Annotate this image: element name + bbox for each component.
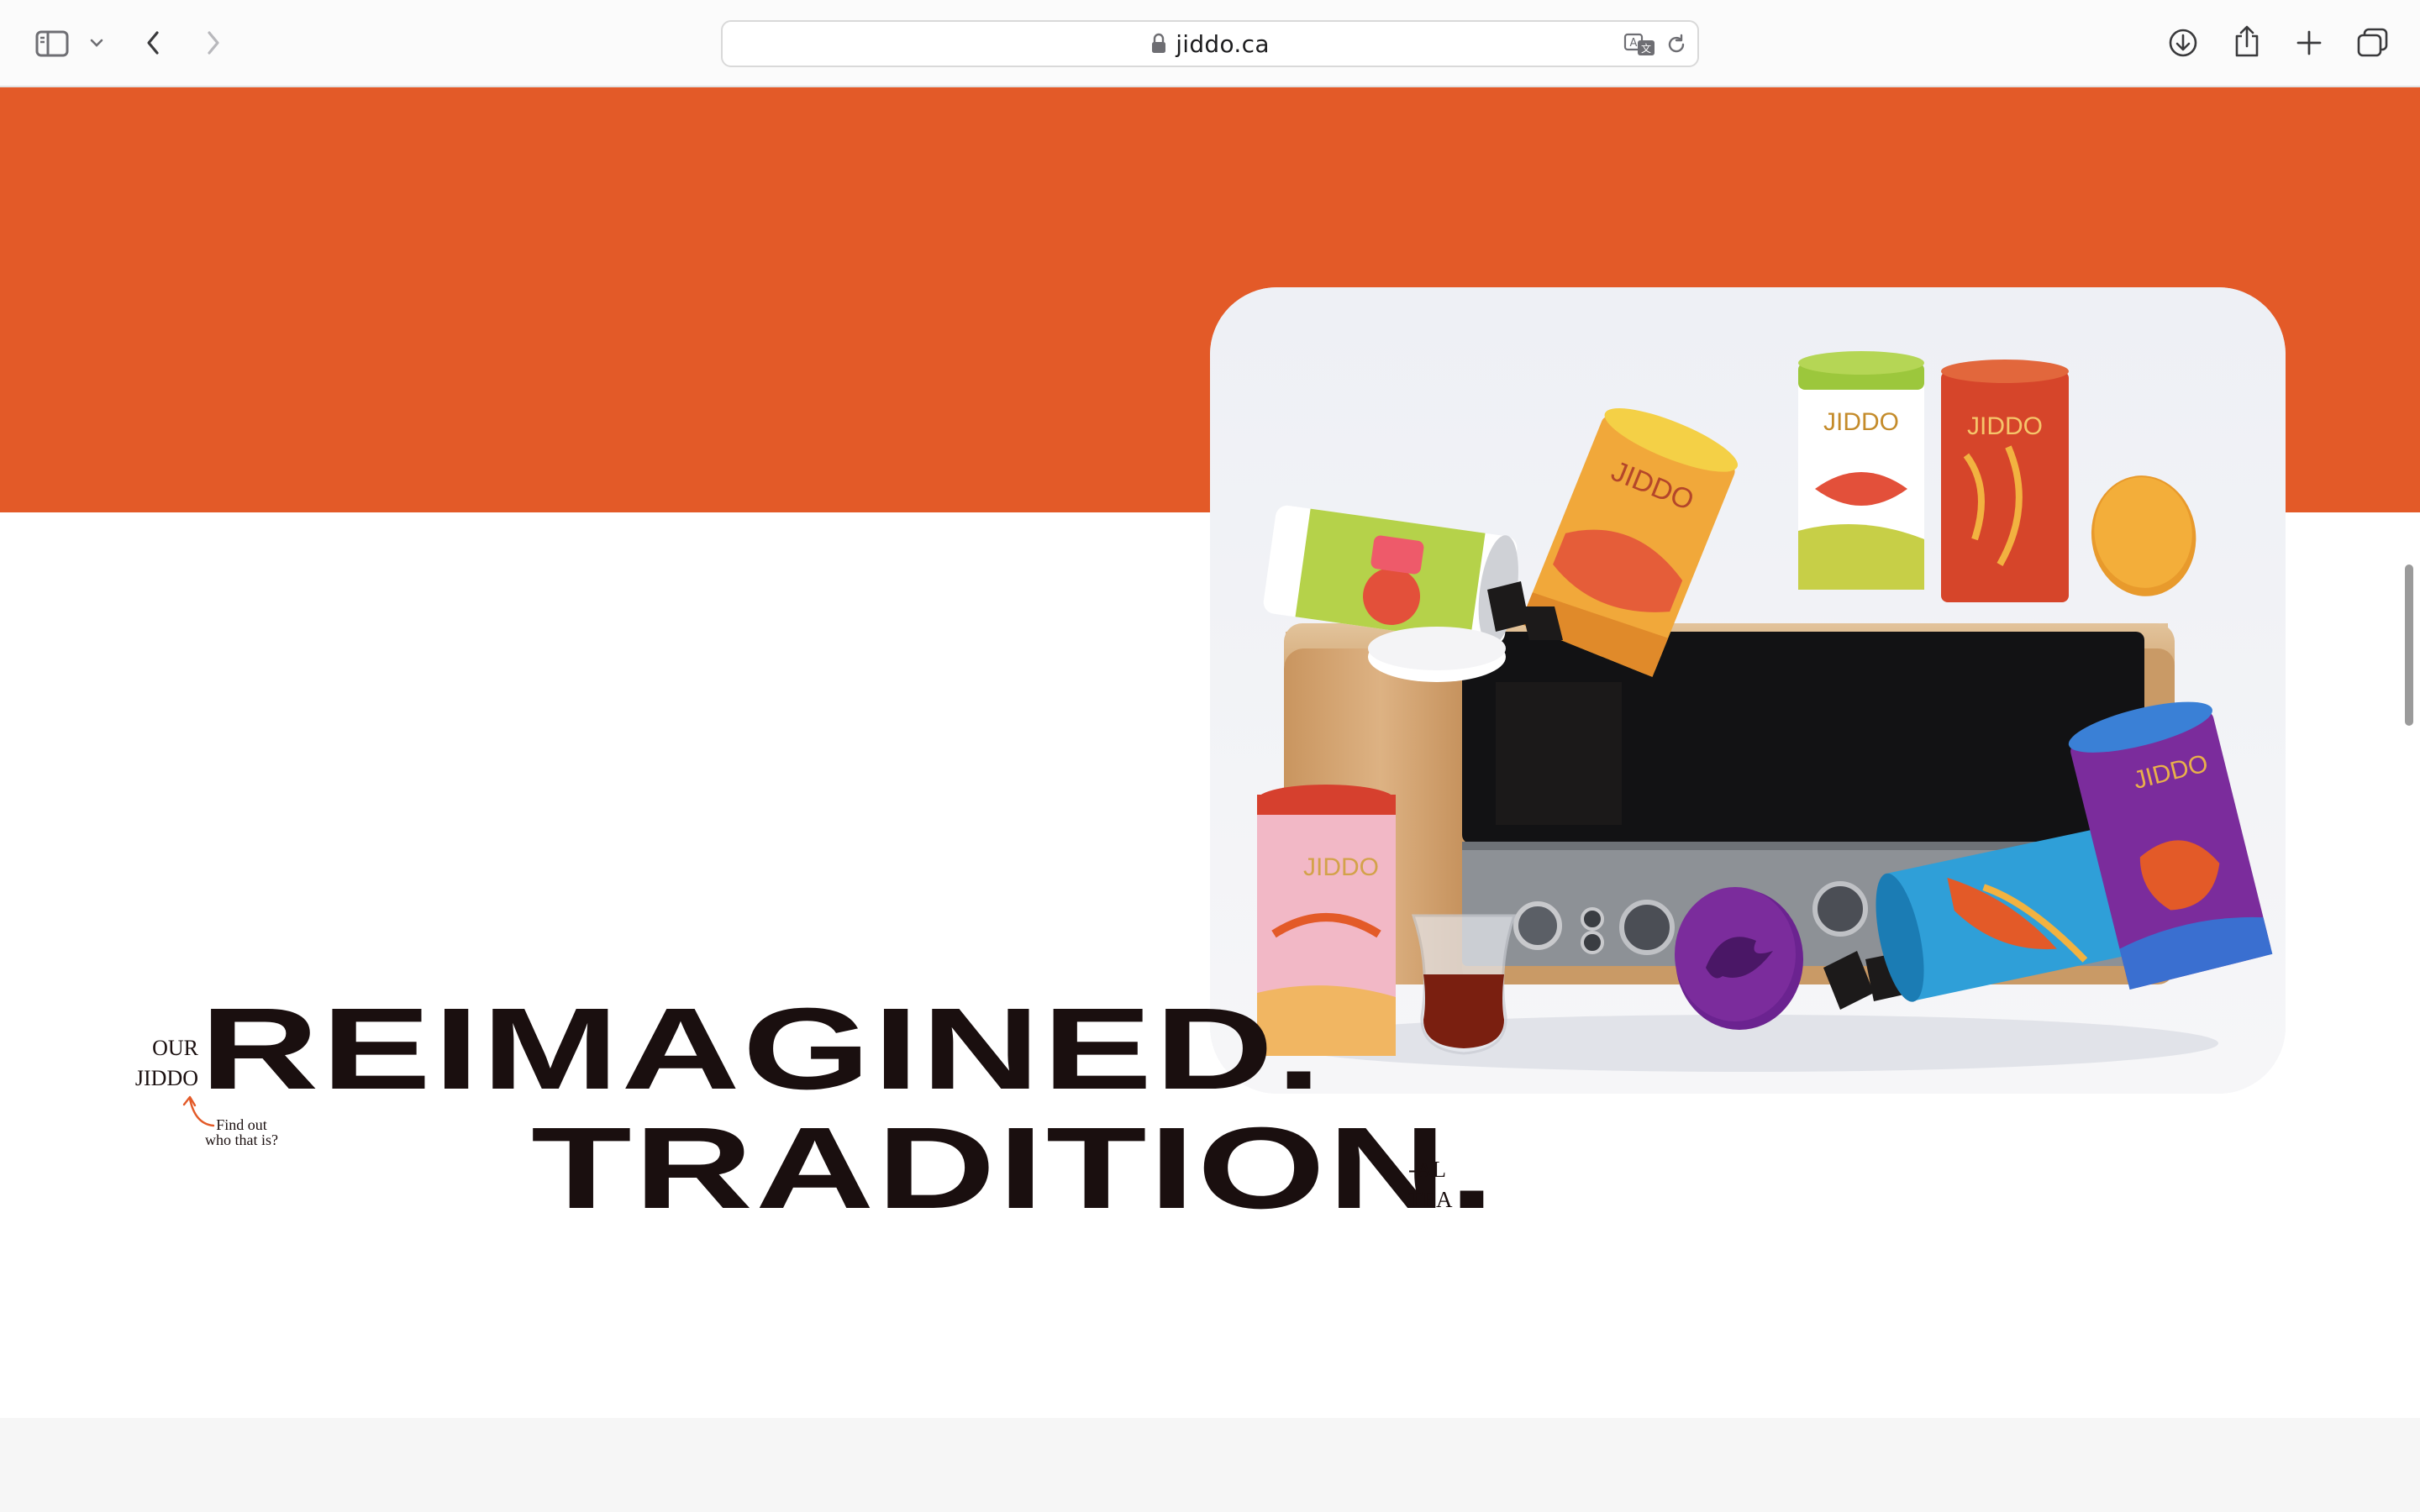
translate-button[interactable]: A 文 [1622,30,1659,59]
browser-toolbar: jiddo.ca A 文 [0,0,2420,87]
tab-group-menu-button[interactable] [86,30,108,55]
tin-green-white: JIDDO [1798,351,1924,590]
label-line-our: OUR [152,1036,198,1060]
label-line-tea: TEA [1408,1187,1453,1212]
product-photo: JIDDO JIDDO JIDDO JIDDO JIDDO [1210,287,2286,1094]
tea-glass [1411,914,1517,1055]
headline-reimagined: REIMAGINED. [200,984,1324,1114]
share-icon [2235,25,2259,57]
forward-icon [208,31,219,55]
tin-brand-2: JIDDO [1823,408,1899,436]
url-text: jiddo.ca [1176,29,1270,58]
back-button[interactable] [136,24,170,62]
svg-text:文: 文 [1641,42,1651,55]
download-icon [2169,29,2197,57]
label-line-al: -AL [1408,1157,1446,1182]
forward-button[interactable] [197,24,230,62]
tabs-overview-icon [2357,28,2388,57]
downloads-button[interactable] [2165,24,2202,62]
share-button[interactable] [2228,20,2265,62]
new-tab-icon [2296,30,2322,55]
tab-overview-button[interactable] [2353,24,2393,62]
reload-icon [1668,34,1685,53]
new-tab-button[interactable] [2291,24,2328,62]
find-out-line-2: who that is? [205,1131,278,1148]
find-out-line-1: Find out [216,1116,267,1133]
headline-tradition: TRADITION. [531,1104,1497,1233]
chevron-down-icon [90,39,103,47]
translate-icon: A 文 [1623,33,1655,55]
product-illustration: JIDDO JIDDO JIDDO JIDDO JIDDO [1210,287,2286,1094]
our-jiddo-label: OUR JIDDO [134,1033,198,1094]
al-tea-label: -AL TEA [1408,1154,1452,1215]
address-bar[interactable]: jiddo.ca A 文 [721,20,1699,67]
tin-brand-3: JIDDO [1967,412,2043,440]
tin-brand-4: JIDDO [1303,853,1379,881]
scrollbar-thumb[interactable] [2405,564,2413,726]
lock-icon [1152,33,1166,53]
back-icon [147,31,159,55]
sidebar-icon [35,30,69,57]
find-out-link[interactable]: Find out who that is? [205,1117,278,1147]
reload-button[interactable] [1662,30,1691,59]
sidebar-toggle-button[interactable] [32,25,72,62]
tin-red-orange: JIDDO [1941,360,2069,602]
label-line-jiddo: JIDDO [134,1066,198,1090]
svg-text:A: A [1630,37,1638,50]
next-section-band [0,1418,2420,1512]
